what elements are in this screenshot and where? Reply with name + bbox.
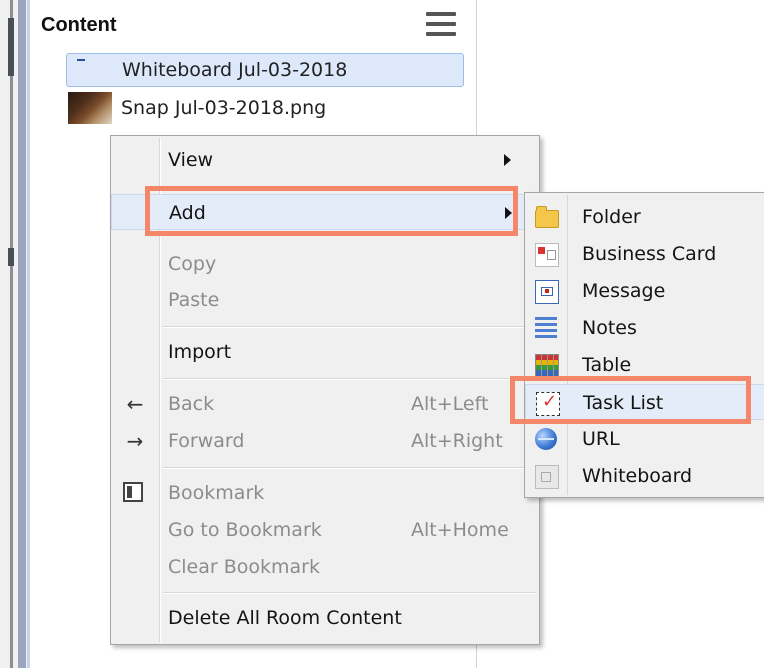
- menu-item-shortcut: Alt+Home: [411, 519, 509, 541]
- panel-title: Content: [41, 14, 117, 36]
- menu-item-add[interactable]: Add: [111, 194, 539, 230]
- submenu-item-notes[interactable]: Notes: [525, 310, 764, 346]
- table-icon: [535, 354, 559, 378]
- menu-item-copy[interactable]: Copy: [111, 246, 539, 282]
- window-left-edge: [0, 0, 30, 668]
- task-list-icon: [536, 391, 560, 416]
- tree-item-snap[interactable]: Snap Jul-03-2018.png: [66, 91, 326, 125]
- submenu-item-message[interactable]: Message: [525, 273, 764, 309]
- business-card-icon: [535, 243, 559, 267]
- menu-item-label: Import: [168, 341, 232, 363]
- menu-item-goto-bookmark[interactable]: Go to Bookmark Alt+Home: [111, 512, 539, 548]
- submenu-item-label: Table: [582, 354, 632, 376]
- submenu-item-folder[interactable]: Folder: [525, 199, 764, 235]
- menu-item-shortcut: Alt+Right: [411, 430, 503, 452]
- menu-separator: [163, 326, 535, 328]
- tree-item-label: Whiteboard Jul-03-2018: [122, 59, 348, 81]
- image-thumbnail-icon: [68, 92, 112, 124]
- menu-item-delete-all[interactable]: Delete All Room Content: [111, 600, 539, 636]
- submenu-arrow-icon: [504, 154, 511, 166]
- add-submenu: Folder Business Card Message Notes Table…: [524, 192, 764, 498]
- submenu-item-label: Task List: [583, 392, 664, 414]
- edge-bar: [10, 0, 13, 668]
- menu-item-label: Back: [168, 393, 215, 415]
- menu-item-back[interactable]: ← Back Alt+Left: [111, 386, 539, 422]
- whiteboard-icon: [69, 54, 113, 86]
- menu-item-label: Bookmark: [168, 482, 265, 504]
- submenu-arrow-icon: [505, 207, 512, 219]
- edge-bar: [18, 0, 26, 668]
- bookmark-icon: [123, 482, 143, 502]
- hamburger-menu-icon[interactable]: [426, 12, 456, 38]
- menu-item-label: Forward: [168, 430, 245, 452]
- folder-icon: [535, 206, 559, 228]
- menu-item-label: Delete All Room Content: [168, 607, 402, 629]
- menu-item-bookmark[interactable]: Bookmark: [111, 475, 539, 511]
- menu-item-shortcut: Alt+Left: [411, 393, 489, 415]
- menu-item-label: Paste: [168, 289, 220, 311]
- menu-item-clear-bookmark[interactable]: Clear Bookmark: [111, 549, 539, 585]
- submenu-item-label: Whiteboard: [582, 465, 693, 487]
- menu-item-label: View: [168, 149, 214, 171]
- context-menu: View Add Copy Paste Import ← Back Alt+Le…: [110, 135, 540, 645]
- menu-item-label: Go to Bookmark: [168, 519, 322, 541]
- submenu-item-task-list[interactable]: Task List: [525, 384, 764, 420]
- forward-arrow-icon: →: [126, 429, 144, 453]
- menu-item-label: Copy: [168, 253, 217, 275]
- message-icon: [535, 280, 559, 304]
- submenu-item-label: Folder: [582, 206, 641, 228]
- notes-icon: [535, 317, 557, 339]
- tree-item-label: Snap Jul-03-2018.png: [121, 97, 327, 119]
- menu-item-import[interactable]: Import: [111, 334, 539, 370]
- tree-item-whiteboard[interactable]: Whiteboard Jul-03-2018: [66, 53, 464, 87]
- submenu-item-label: Business Card: [582, 243, 717, 265]
- menu-separator: [163, 467, 535, 469]
- whiteboard-icon: [535, 465, 559, 489]
- submenu-item-whiteboard[interactable]: Whiteboard: [525, 458, 764, 494]
- menu-item-label: Clear Bookmark: [168, 556, 320, 578]
- menu-separator: [163, 378, 535, 380]
- menu-item-paste[interactable]: Paste: [111, 282, 539, 318]
- edge-marker: [8, 18, 14, 76]
- menu-item-forward[interactable]: → Forward Alt+Right: [111, 423, 539, 459]
- globe-icon: [535, 428, 557, 450]
- submenu-item-label: URL: [582, 428, 620, 450]
- submenu-item-business-card[interactable]: Business Card: [525, 236, 764, 272]
- submenu-item-table[interactable]: Table: [525, 347, 764, 383]
- back-arrow-icon: ←: [126, 392, 144, 416]
- submenu-item-label: Message: [582, 280, 666, 302]
- submenu-item-label: Notes: [582, 317, 637, 339]
- submenu-item-url[interactable]: URL: [525, 421, 764, 457]
- edge-marker: [8, 248, 14, 266]
- menu-separator: [163, 592, 535, 594]
- menu-item-view[interactable]: View: [111, 142, 539, 178]
- panel-header: Content: [30, 0, 476, 46]
- menu-item-label: Add: [169, 202, 206, 224]
